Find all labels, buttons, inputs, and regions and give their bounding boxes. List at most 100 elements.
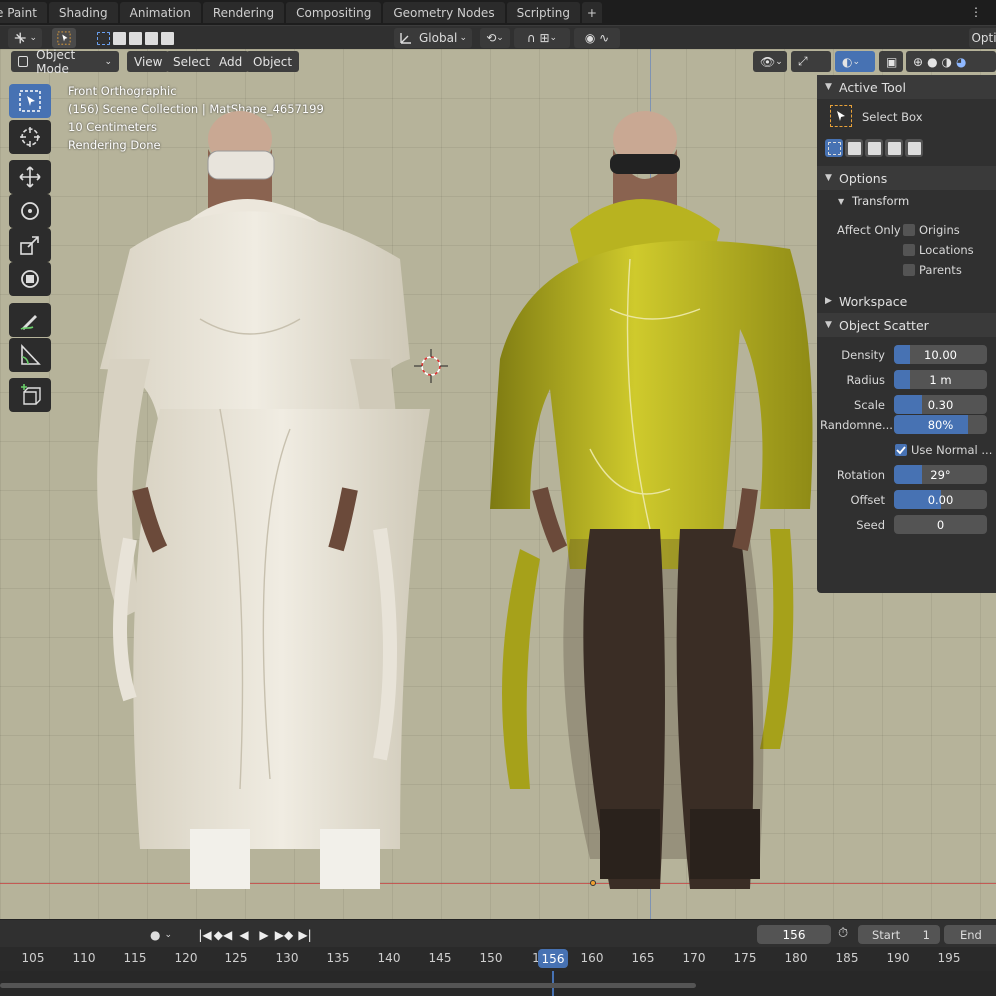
mode-invert-icon[interactable] <box>885 139 903 157</box>
density-field[interactable]: 10.00 <box>894 345 987 364</box>
editor-type-button[interactable]: ⌄ <box>8 28 42 48</box>
preview-range-icon[interactable]: ⏱ <box>838 926 848 941</box>
selection-mode-icons[interactable] <box>86 28 184 48</box>
transform-subheader[interactable]: ▼ Transform <box>817 190 996 212</box>
play-reverse-icon[interactable]: ◀ <box>235 925 253 944</box>
play-icon[interactable]: ▶ <box>255 925 273 944</box>
annotate-tool[interactable] <box>9 303 51 337</box>
scale-label: Scale <box>854 398 885 412</box>
move-tool[interactable] <box>9 160 51 194</box>
measure-tool[interactable] <box>9 338 51 372</box>
pivot-point-icon[interactable]: ⟲ ⌄ <box>480 28 510 48</box>
randomness-field[interactable]: 80% <box>894 415 987 434</box>
3d-viewport[interactable]: Object Mode ⌄ View Select Add Object 👁 ⌄ … <box>0 49 996 919</box>
object-mode-icon <box>18 56 29 67</box>
use-normal-checkbox[interactable] <box>895 444 907 456</box>
playhead-marker[interactable]: 156 <box>538 949 568 968</box>
tab-geometry-nodes[interactable]: Geometry Nodes <box>383 2 505 23</box>
offset-field[interactable]: 0.00 <box>894 490 987 509</box>
parents-checkbox[interactable] <box>903 264 915 276</box>
workspace-header[interactable]: ▶ Workspace <box>817 289 996 313</box>
extend-selection-icon[interactable] <box>112 31 126 45</box>
mode-new-icon[interactable] <box>825 139 843 157</box>
wireframe-shading-icon[interactable]: ⊕ <box>913 55 923 69</box>
radius-field[interactable]: 1 m <box>894 370 987 389</box>
rotation-label: Rotation <box>836 468 885 482</box>
frame-tick: 110 <box>72 951 96 965</box>
select-menu[interactable]: Select <box>166 51 218 72</box>
next-keyframe-icon[interactable]: ▶◆ <box>275 925 293 944</box>
expand-triangle-icon: ▼ <box>825 320 832 330</box>
expand-triangle-icon: ▼ <box>825 173 832 183</box>
timeline-body[interactable] <box>0 971 996 996</box>
xray-toggle-icon[interactable]: ▣ <box>879 51 903 72</box>
prev-keyframe-icon[interactable]: ◆◀ <box>214 925 232 944</box>
overlays-toggle-icon[interactable]: ◐ ⌄ <box>835 51 875 72</box>
subtract-selection-icon[interactable] <box>128 31 142 45</box>
rotate-tool[interactable] <box>9 194 51 228</box>
rotation-field[interactable]: 29° <box>894 465 987 484</box>
add-workspace-button[interactable]: + <box>581 2 602 23</box>
jump-start-icon[interactable]: |◀ <box>196 925 214 944</box>
frame-tick: 125 <box>224 951 248 965</box>
mode-intersect-icon[interactable] <box>905 139 923 157</box>
tab-animation[interactable]: Animation <box>119 2 201 23</box>
options-header[interactable]: ▼ Options <box>817 166 996 190</box>
add-menu[interactable]: Add <box>212 51 250 72</box>
tab-rendering[interactable]: Rendering <box>202 2 285 23</box>
rotate-icon <box>21 202 39 220</box>
auto-keying-icon[interactable]: ● ⌄ <box>150 927 180 943</box>
topbar-more-icon[interactable]: ⋮ <box>970 5 982 19</box>
tab-scripting[interactable]: Scripting <box>506 2 580 23</box>
start-frame-field[interactable]: Start 1 <box>858 925 940 944</box>
blender-window: e Paint Shading Animation Rendering Comp… <box>0 0 996 996</box>
intersect-selection-icon[interactable] <box>160 31 174 45</box>
options-dropdown[interactable]: Opti <box>969 28 996 48</box>
tab-compositing[interactable]: Compositing <box>286 2 382 23</box>
invert-selection-icon[interactable] <box>144 31 158 45</box>
active-tool-header[interactable]: ▼ Active Tool <box>817 75 996 99</box>
gizmo-toggle-icon[interactable]: ⤢ <box>791 51 831 72</box>
timeline-scrollbar[interactable] <box>0 983 696 988</box>
rendered-shading-icon[interactable]: ◕ <box>956 55 966 69</box>
locations-checkbox[interactable] <box>903 244 915 256</box>
timeline-ruler[interactable]: 105 110 115 120 125 130 135 140 145 150 … <box>0 947 996 971</box>
tool-name-text: Select Box <box>862 110 923 124</box>
scale-icon <box>20 236 39 255</box>
select-box-tool-icon[interactable] <box>52 28 76 48</box>
affect-only-label: Affect Only <box>837 223 901 237</box>
visibility-dropdown[interactable]: 👁 ⌄ <box>753 51 787 72</box>
new-selection-icon[interactable] <box>96 31 110 45</box>
seed-field[interactable]: 0 <box>894 515 987 534</box>
timeline-header: ● ⌄ |◀ ◆◀ ◀ ▶ ▶◆ ▶| 156 ⏱ Start 1 End <box>0 919 996 947</box>
scale-field[interactable]: 0.30 <box>894 395 987 414</box>
mode-subtract-icon[interactable] <box>865 139 883 157</box>
mode-dropdown[interactable]: Object Mode ⌄ <box>11 49 119 76</box>
material-shading-icon[interactable]: ◑ <box>942 55 952 69</box>
object-scatter-header[interactable]: ▼ Object Scatter <box>817 313 996 337</box>
frame-tick: 195 <box>937 951 961 965</box>
tab-shading[interactable]: Shading <box>48 2 118 23</box>
origins-label: Origins <box>919 223 960 237</box>
end-frame-field[interactable]: End <box>944 925 996 944</box>
snap-icon[interactable]: ∩ ⊞ ⌄ <box>514 28 570 48</box>
transform-tool[interactable] <box>9 262 51 296</box>
yellow-outfit-figure[interactable] <box>480 109 820 889</box>
white-outfit-figure[interactable] <box>90 109 430 889</box>
workspace-tabs: e Paint Shading Animation Rendering Comp… <box>0 0 996 25</box>
active-tool-preview[interactable] <box>830 105 852 127</box>
cursor-tool[interactable] <box>9 120 51 154</box>
scale-tool[interactable] <box>9 228 51 262</box>
add-cube-tool[interactable] <box>9 378 51 412</box>
jump-end-icon[interactable]: ▶| <box>296 925 314 944</box>
transform-orientation-dropdown[interactable]: Global ⌄ <box>394 28 472 48</box>
solid-shading-icon[interactable]: ● <box>927 55 937 69</box>
view-menu[interactable]: View <box>127 51 170 72</box>
origins-checkbox[interactable] <box>903 224 915 236</box>
select-box-tool[interactable] <box>9 84 51 118</box>
tab-texture-paint[interactable]: e Paint <box>0 2 47 23</box>
mode-extend-icon[interactable] <box>845 139 863 157</box>
object-menu[interactable]: Object <box>246 51 300 72</box>
proportional-editing-icon[interactable]: ◉ ∿ <box>574 28 620 48</box>
current-frame-field[interactable]: 156 <box>757 925 831 944</box>
